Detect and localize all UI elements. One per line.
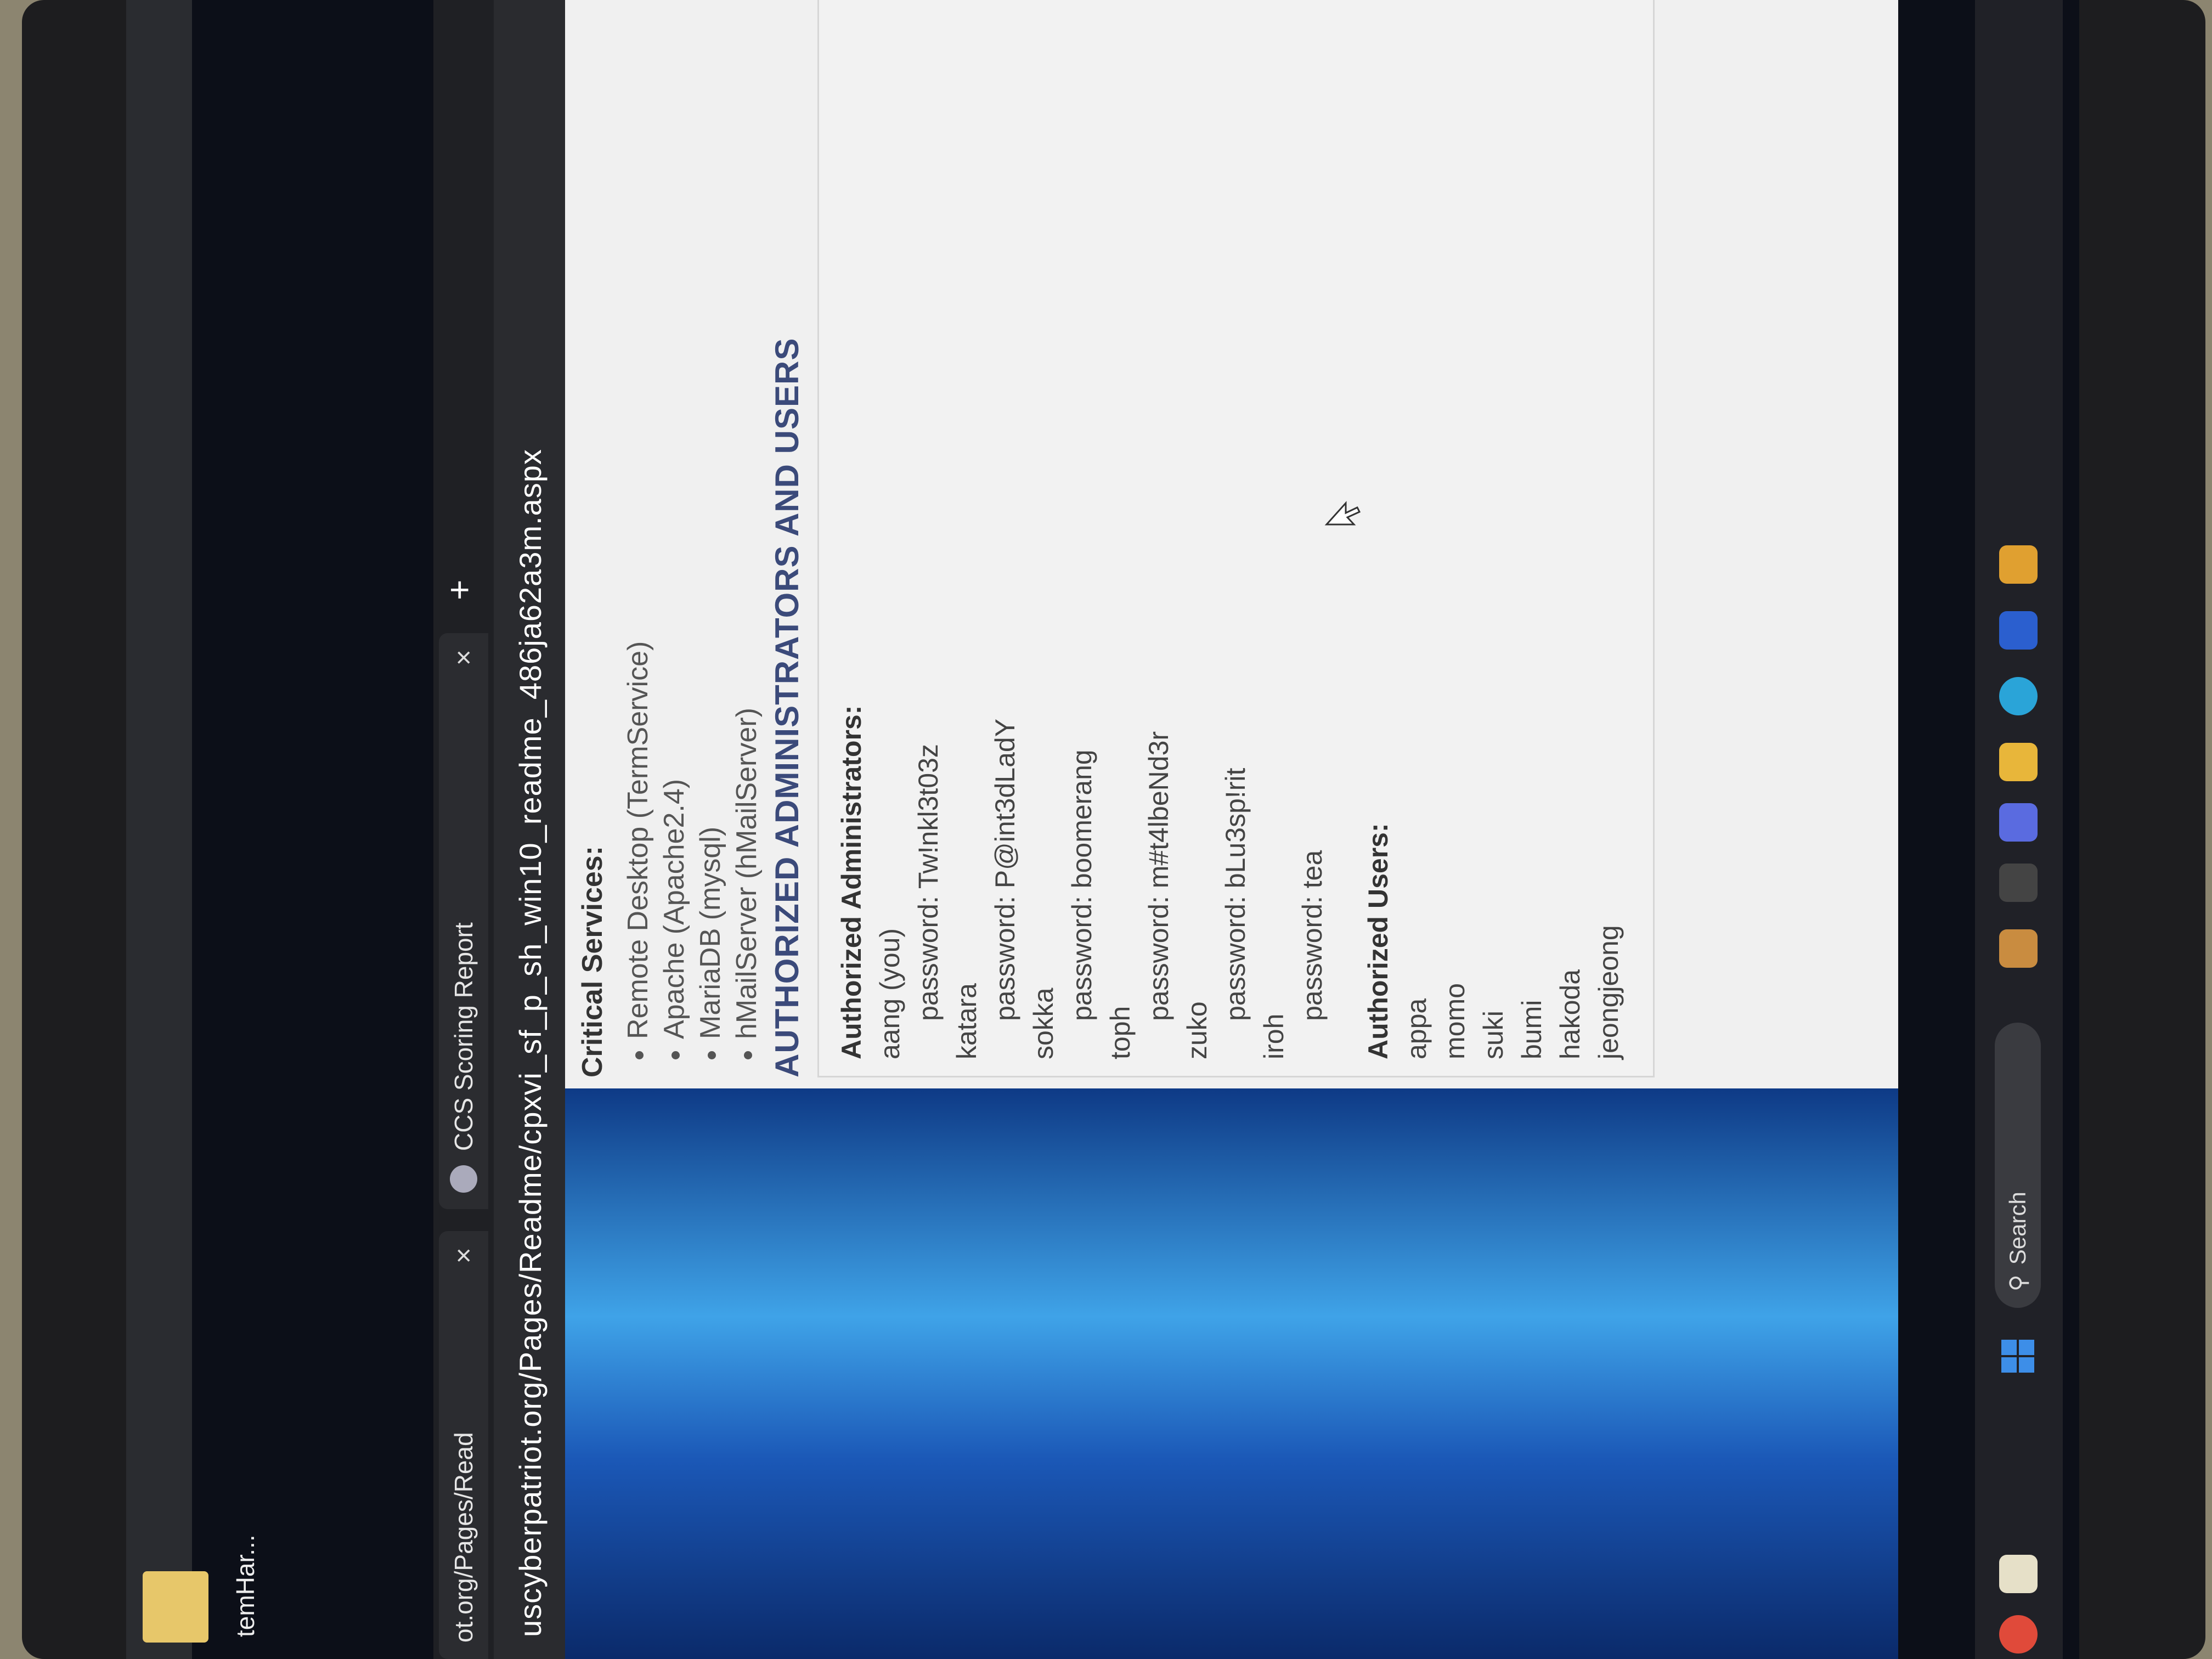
url-text[interactable]: uscyberpatriot.org/Pages/Readme/cpxvi_sf… xyxy=(512,449,548,1637)
user-name: momo xyxy=(1440,983,1470,1059)
page-banner-image xyxy=(565,1088,1898,1659)
list-item: Apache (Apache2.4) xyxy=(656,641,692,1039)
store-icon[interactable] xyxy=(1999,611,2038,650)
tab-readme[interactable]: ot.org/Pages/Read × xyxy=(439,1231,488,1659)
section-title: AUTHORIZED ADMINISTRATORS AND USERS xyxy=(769,337,805,1077)
notepad-icon[interactable] xyxy=(1999,1555,2038,1593)
users-title: Authorized Users: xyxy=(1363,823,1393,1059)
chrome-icon[interactable] xyxy=(1999,1615,2038,1654)
app-icon[interactable] xyxy=(1999,929,2038,968)
admin-name: katara xyxy=(951,983,982,1059)
search-icon: ⚲ xyxy=(2005,1274,2031,1291)
list-item: MariaDB (mysql) xyxy=(692,641,729,1039)
close-icon[interactable]: × xyxy=(448,650,479,665)
folder-icon[interactable] xyxy=(143,1571,208,1643)
taskbar-search[interactable]: ⚲ Search xyxy=(1995,1023,2041,1308)
windows-start-icon[interactable] xyxy=(2000,1339,2035,1374)
globe-icon xyxy=(450,1165,477,1193)
edge-icon[interactable] xyxy=(1999,677,2038,715)
user-name: suki xyxy=(1478,1011,1509,1059)
admin-name: sokka xyxy=(1028,988,1059,1059)
user-name: appa xyxy=(1401,998,1432,1059)
critical-services-title: Critical Services: xyxy=(577,845,608,1077)
address-bar[interactable]: uscyberpatriot.org/Pages/Readme/cpxvi_sf… xyxy=(494,0,565,1659)
file-explorer-icon[interactable] xyxy=(1999,743,2038,781)
admin-name: aang (you) xyxy=(874,928,905,1059)
mouse-cursor-icon xyxy=(1324,501,1361,526)
admin-password: password: bLu3sp!rit xyxy=(1220,768,1251,1021)
tab-label: ot.org/Pages/Read xyxy=(449,1432,478,1643)
chat-icon[interactable] xyxy=(1999,803,2038,842)
task-view-icon[interactable] xyxy=(1999,864,2038,902)
critical-services-list: Remote Desktop (TermService) Apache (Apa… xyxy=(620,641,765,1066)
app-icon[interactable] xyxy=(1999,545,2038,584)
users-box: Authorized Administrators: aang (you) pa… xyxy=(817,0,1655,1077)
admin-password: password: tea xyxy=(1297,850,1328,1021)
admin-name: toph xyxy=(1105,1006,1136,1059)
tab-scoring-report[interactable]: CCS Scoring Report × xyxy=(439,633,488,1209)
new-tab-button[interactable]: + xyxy=(439,580,479,600)
user-name: bumi xyxy=(1516,1000,1547,1059)
admin-password: password: P@int3dLadY xyxy=(990,718,1020,1021)
readme-content: Critical Services: Remote Desktop (TermS… xyxy=(565,0,1898,1088)
screen: temHar... ot.org/Pages/Read × CCS Scorin… xyxy=(126,0,2079,1659)
search-placeholder: Search xyxy=(2005,1192,2030,1265)
taskbar: ⚲ Search xyxy=(1975,0,2063,1659)
admin-name: iroh xyxy=(1259,1013,1289,1059)
list-item: hMailServer (hMailServer) xyxy=(729,641,765,1039)
user-name: hakoda xyxy=(1555,969,1585,1059)
admin-password: password: boomerang xyxy=(1066,749,1097,1021)
tab-label: CCS Scoring Report xyxy=(449,922,478,1151)
admin-password: password: m#t4lbeNd3r xyxy=(1143,731,1174,1021)
user-name: jeongjeong xyxy=(1593,925,1624,1059)
desktop-background xyxy=(126,0,192,1659)
desktop-shortcut-label[interactable]: temHar... xyxy=(230,1534,260,1637)
browser-tabbar: ot.org/Pages/Read × CCS Scoring Report ×… xyxy=(433,0,494,1659)
admin-password: password: Tw!nkl3t03z xyxy=(913,744,944,1021)
admin-name: zuko xyxy=(1182,1001,1212,1059)
admins-title: Authorized Administrators: xyxy=(836,705,867,1059)
web-page: Critical Services: Remote Desktop (TermS… xyxy=(565,0,1898,1659)
list-item: Remote Desktop (TermService) xyxy=(620,641,656,1039)
close-icon[interactable]: × xyxy=(448,1248,479,1263)
